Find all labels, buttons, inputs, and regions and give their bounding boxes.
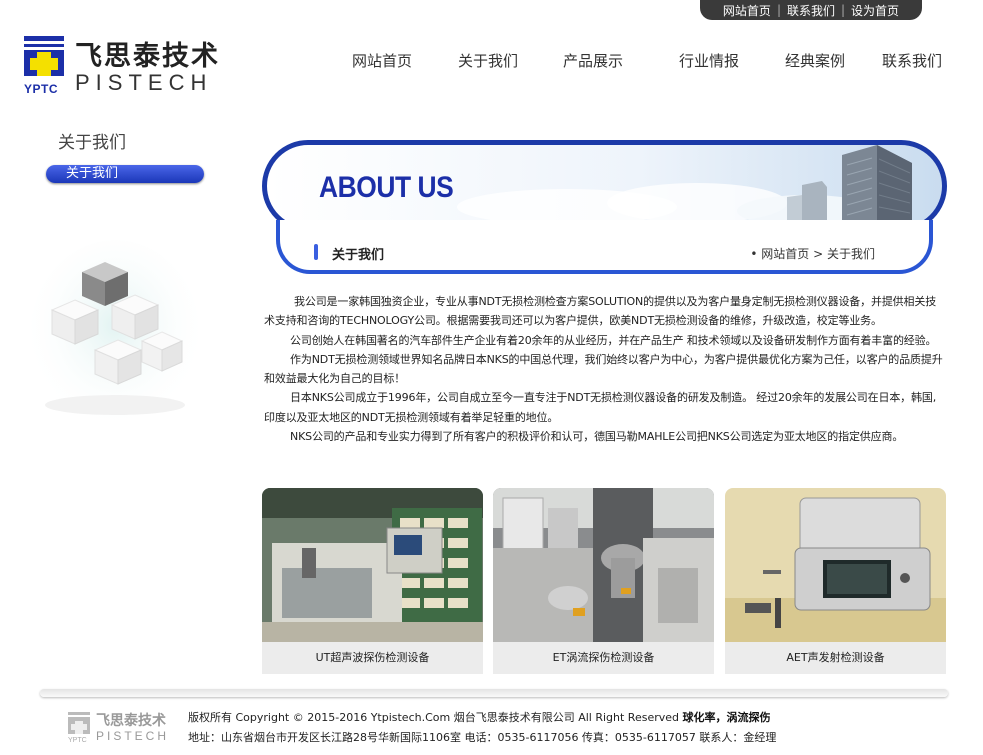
sidebar-title: 关于我们 bbox=[58, 133, 126, 153]
separator: | bbox=[841, 3, 846, 17]
product-caption[interactable]: AET声发射检测设备 bbox=[725, 642, 946, 674]
footer-logo-chinese: 飞思泰技术 bbox=[96, 713, 166, 729]
footer-logo-english: PISTECH bbox=[96, 729, 170, 743]
product-caption[interactable]: ET涡流探伤检测设备 bbox=[493, 642, 714, 674]
about-article: 我公司是一家韩国独资企业，专业从事NDT无损检测检查方案SOLUTION的提供以… bbox=[264, 292, 944, 446]
article-paragraph: 作为NDT无损检测领域世界知名品牌日本NKS的中国总代理，我们始终以客户为中心，… bbox=[264, 352, 943, 386]
aet-case-photo[interactable] bbox=[725, 488, 946, 642]
top-link-home[interactable]: 网站首页 bbox=[723, 2, 771, 19]
product-caption[interactable]: UT超声波探伤检测设备 bbox=[262, 642, 483, 674]
nav-item-contact[interactable]: 联系我们 bbox=[882, 50, 942, 71]
section-title: 关于我们 bbox=[332, 248, 385, 263]
separator: | bbox=[776, 3, 781, 17]
banner-heading: ABOUT US bbox=[319, 171, 454, 204]
et-machine-photo[interactable] bbox=[493, 488, 714, 642]
nav-item-products[interactable]: 产品展示 bbox=[563, 50, 623, 71]
top-link-contact[interactable]: 联系我们 bbox=[787, 2, 835, 19]
breadcrumb-current[interactable]: 关于我们 bbox=[827, 247, 875, 261]
product-card-aet[interactable]: AET声发射检测设备 bbox=[725, 488, 946, 674]
logo-chinese-name: 飞思泰技术 bbox=[75, 41, 220, 72]
cubes-illustration bbox=[30, 240, 200, 430]
address-line: 地址：山东省烟台市开发区长江路28号华新国际1106室 电话：0535-6117… bbox=[188, 731, 777, 744]
article-paragraph: 日本NKS公司成立于1996年，公司自成立至今一直专注于NDT无损检测仪器设备的… bbox=[264, 391, 937, 424]
footer-logo-abbr: YPTC bbox=[68, 737, 87, 744]
ut-machine-photo[interactable] bbox=[262, 488, 483, 642]
about-banner: ABOUT US 关于我们 • 网站首页 > 关于我们 bbox=[262, 140, 947, 275]
product-card-et[interactable]: ET涡流探伤检测设备 bbox=[493, 488, 714, 674]
product-card-ut[interactable]: UT超声波探伤检测设备 bbox=[262, 488, 483, 674]
article-paragraph: 公司创始人在韩国著名的汽车部件生产企业有着20余年的从业经历，并在产品生产 和技… bbox=[290, 333, 937, 347]
main-nav: 网站首页 关于我们 产品展示 行业情报 经典案例 联系我们 bbox=[330, 50, 970, 70]
footer-info: 版权所有 Copyright © 2015-2016 Ytpistech.Com… bbox=[188, 708, 776, 748]
footer-keywords[interactable]: 球化率，涡流探伤 bbox=[683, 711, 771, 724]
top-utility-bar: 网站首页 | 联系我们 | 设为首页 bbox=[700, 0, 922, 20]
banner-header: ABOUT US bbox=[262, 140, 947, 232]
nav-item-cases[interactable]: 经典案例 bbox=[785, 50, 845, 71]
logo-mark-icon: YPTC bbox=[24, 36, 64, 98]
breadcrumb-home[interactable]: 网站首页 bbox=[761, 247, 809, 261]
nav-item-about[interactable]: 关于我们 bbox=[458, 50, 518, 71]
chevron-right-icon: > bbox=[809, 247, 827, 261]
sidebar-item-about[interactable]: 关于我们 bbox=[46, 165, 204, 183]
nav-item-home[interactable]: 网站首页 bbox=[352, 50, 412, 71]
copyright-text: 版权所有 Copyright © 2015-2016 Ytpistech.Com… bbox=[188, 711, 683, 724]
logo-english-name: PISTECH bbox=[75, 70, 213, 95]
article-paragraph: NKS公司的产品和专业实力得到了所有客户的积极评价和认可，德国马勒MAHLE公司… bbox=[290, 430, 904, 444]
copyright-line: 版权所有 Copyright © 2015-2016 Ytpistech.Com… bbox=[188, 708, 776, 728]
nav-item-news[interactable]: 行业情报 bbox=[679, 50, 739, 71]
top-link-set-homepage[interactable]: 设为首页 bbox=[851, 2, 899, 19]
footer-divider bbox=[40, 689, 948, 697]
footer-logo: YPTC 飞思泰技术 PISTECH bbox=[68, 712, 168, 750]
bullet-icon: • bbox=[750, 247, 762, 261]
article-paragraph: 我公司是一家韩国独资企业，专业从事NDT无损检测检查方案SOLUTION的提供以… bbox=[264, 295, 937, 328]
logo-abbr: YPTC bbox=[24, 82, 59, 96]
section-marker-icon bbox=[314, 244, 318, 260]
breadcrumb: • 网站首页 > 关于我们 bbox=[750, 245, 875, 262]
